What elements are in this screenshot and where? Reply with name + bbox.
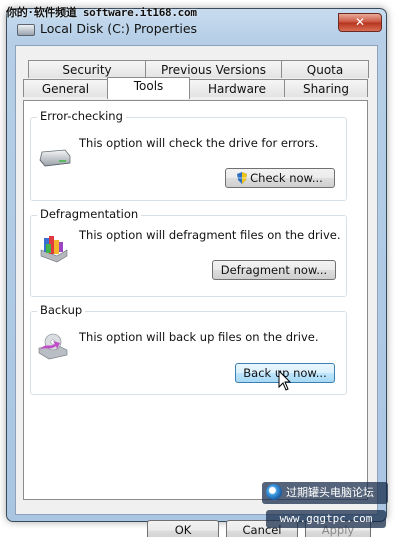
defragment-now-button[interactable]: Defragment now... bbox=[212, 260, 336, 280]
dialog-client-area: Security Previous Versions Quota General… bbox=[15, 45, 378, 537]
tab-previous-versions[interactable]: Previous Versions bbox=[145, 60, 282, 78]
check-now-button[interactable]: Check now... bbox=[225, 168, 335, 188]
drive-title-icon bbox=[17, 24, 35, 36]
backup-description: This option will back up files on the dr… bbox=[79, 330, 319, 344]
watermark-logo-icon bbox=[266, 484, 282, 500]
defragmentation-title: Defragmentation bbox=[37, 207, 142, 221]
watermark-badge: 过期罐头电脑论坛 bbox=[262, 482, 388, 504]
tab-tools[interactable]: Tools bbox=[107, 77, 190, 99]
tab-hardware[interactable]: Hardware bbox=[189, 79, 285, 97]
error-checking-description: This option will check the drive for err… bbox=[79, 136, 319, 150]
watermark-top: 你的·软件频道 software.it168.com bbox=[6, 6, 197, 19]
window-title: Local Disk (C:) Properties bbox=[40, 21, 198, 36]
tab-sharing[interactable]: Sharing bbox=[284, 79, 368, 97]
tools-tab-panel: Error-checking This option will check th… bbox=[23, 100, 368, 500]
backup-icon bbox=[38, 333, 68, 360]
error-checking-title: Error-checking bbox=[37, 109, 126, 123]
error-checking-group: Error-checking This option will check th… bbox=[30, 109, 347, 201]
watermark-badge-text: 过期罐头电脑论坛 bbox=[286, 486, 374, 499]
tab-quota[interactable]: Quota bbox=[281, 60, 369, 78]
uac-shield-icon bbox=[237, 172, 248, 184]
backup-group: Backup This option will back up files on… bbox=[30, 303, 347, 395]
ok-button[interactable]: OK bbox=[147, 520, 219, 537]
tab-security[interactable]: Security bbox=[28, 60, 146, 78]
defragmentation-description: This option will defragment files on the… bbox=[79, 228, 341, 242]
tab-general[interactable]: General bbox=[23, 79, 108, 97]
screenshot: 你的·软件频道 software.it168.com Local Disk (C… bbox=[0, 0, 409, 537]
hard-drive-icon bbox=[39, 149, 71, 167]
mouse-cursor-icon bbox=[278, 370, 292, 391]
close-button[interactable]: ✕ bbox=[338, 13, 382, 32]
defragment-icon bbox=[40, 236, 68, 263]
watermark-url: www.gqgtpc.com bbox=[266, 510, 386, 528]
defragmentation-group: Defragmentation This option will defragm… bbox=[30, 207, 347, 297]
properties-window: Local Disk (C:) Properties ✕ Security Pr… bbox=[6, 8, 387, 537]
backup-title: Backup bbox=[37, 303, 86, 317]
check-now-label: Check now... bbox=[250, 171, 323, 185]
